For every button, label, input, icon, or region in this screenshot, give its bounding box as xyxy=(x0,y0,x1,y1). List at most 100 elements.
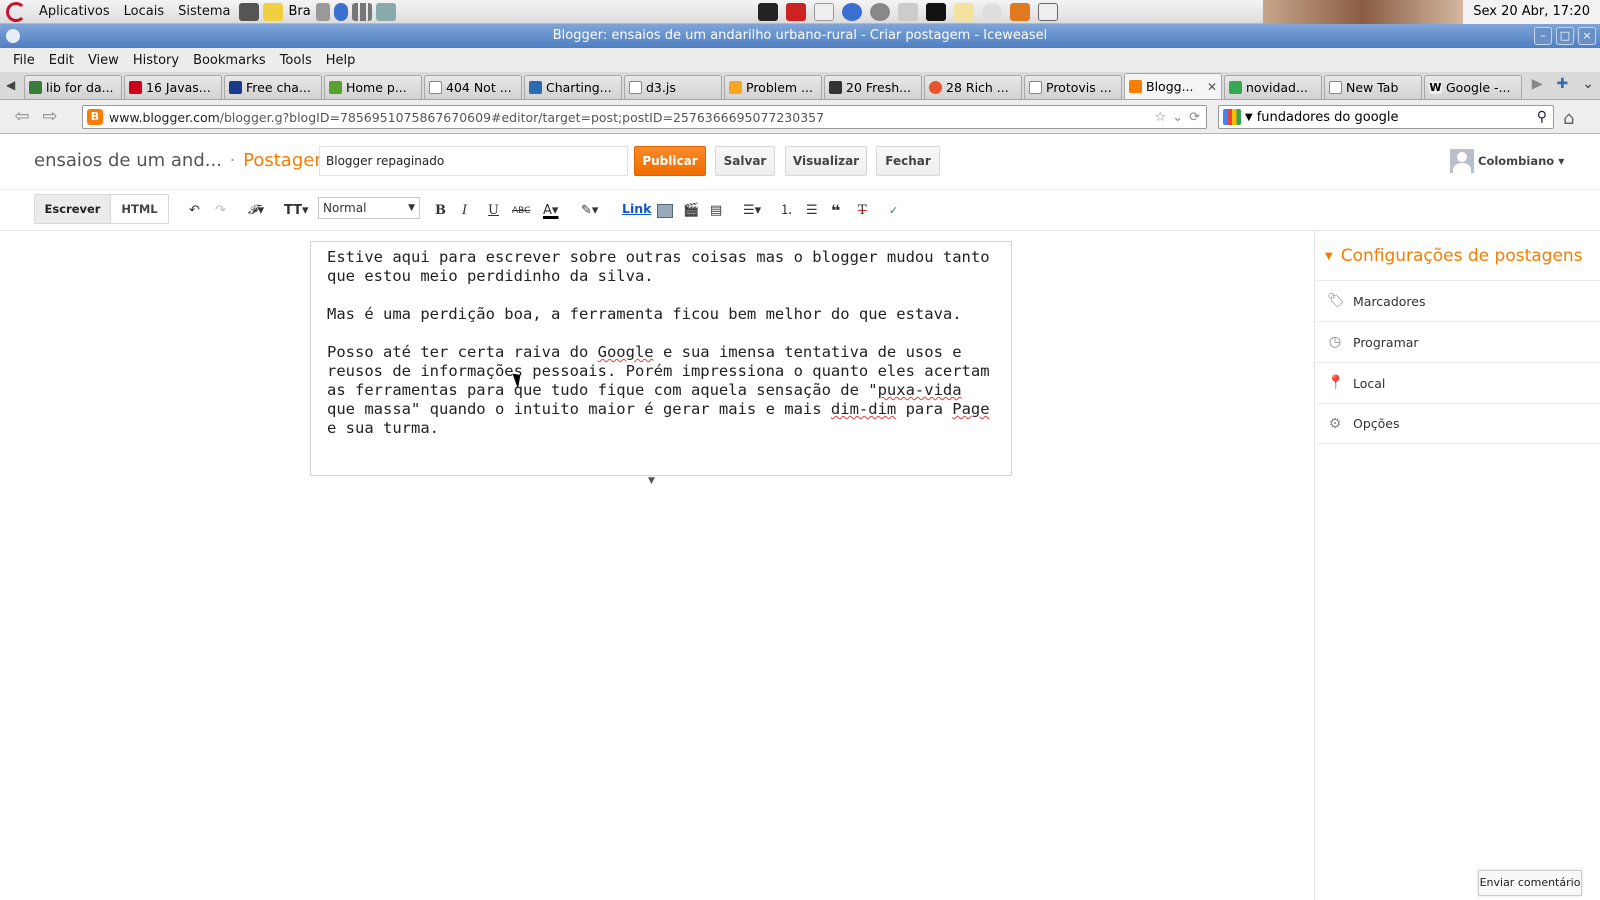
list-all-tabs-icon[interactable]: ⌄ xyxy=(1582,76,1594,92)
tab-scroll-right-icon[interactable]: ▶ xyxy=(1532,76,1543,92)
spellcheck-icon[interactable]: ✓ xyxy=(889,201,898,221)
editor-resize-handle-icon[interactable]: ▼ xyxy=(648,476,655,486)
tex-icon[interactable] xyxy=(1038,3,1058,21)
menu-bookmarks[interactable]: Bookmarks xyxy=(186,53,273,68)
search-icon[interactable]: ⚲ xyxy=(1537,109,1547,125)
menu-view[interactable]: View xyxy=(81,53,126,68)
new-tab-plus-icon[interactable]: ✚ xyxy=(1557,76,1569,92)
post-settings-header[interactable]: ▼ Configurações de postagens xyxy=(1325,246,1583,266)
undo-icon[interactable]: ↶ xyxy=(189,201,200,221)
tab-home-p[interactable]: Home p... xyxy=(324,75,422,99)
menu-tools[interactable]: Tools xyxy=(273,53,319,68)
preview-button[interactable]: Visualizar xyxy=(785,146,867,176)
remove-formatting-icon[interactable]: T xyxy=(858,201,867,221)
send-feedback-button[interactable]: Enviar comentário xyxy=(1478,870,1582,896)
forward-arrow-icon[interactable]: ⇨ xyxy=(36,106,64,127)
settings-schedule[interactable]: ◷ Programar xyxy=(1315,321,1600,362)
tab-novidad[interactable]: novidad... xyxy=(1224,75,1322,99)
link-button[interactable]: Link xyxy=(622,201,651,216)
font-size-icon[interactable]: TT▾ xyxy=(284,201,309,221)
panel-clock[interactable]: Sex 20 Abr, 17:20 xyxy=(1463,0,1600,24)
search-engine-dropdown-icon[interactable]: ▼ xyxy=(1245,112,1253,123)
butterfly-icon[interactable] xyxy=(1010,3,1030,21)
bold-icon[interactable]: B xyxy=(435,201,446,221)
underline-icon[interactable]: U xyxy=(488,201,499,221)
menu-file[interactable]: File xyxy=(6,53,42,68)
notes-launcher-icon[interactable] xyxy=(263,2,284,21)
user-menu[interactable]: Colombiano ▼ xyxy=(1450,149,1564,173)
minimize-icon[interactable]: – xyxy=(1534,27,1552,45)
misspelled-word[interactable]: puxa-vida xyxy=(878,381,962,399)
grid-app-icon[interactable] xyxy=(926,3,946,21)
tab-scroll-left-icon[interactable]: ◀ xyxy=(6,78,15,92)
clock-app-icon[interactable] xyxy=(982,3,1002,21)
window-titlebar[interactable]: Blogger: ensaios de um andarilho urbano-… xyxy=(0,24,1600,48)
network-signal-icon[interactable] xyxy=(351,2,372,21)
tab-404-not[interactable]: 404 Not ... xyxy=(424,75,522,99)
settings-icon[interactable] xyxy=(870,3,890,21)
strikethrough-icon[interactable]: ABC xyxy=(512,201,530,221)
tab-d3js[interactable]: d3.js xyxy=(624,75,722,99)
misspelled-word[interactable]: Page xyxy=(952,400,989,418)
text-editor-icon[interactable] xyxy=(814,3,834,21)
close-window-icon[interactable]: × xyxy=(1578,27,1596,45)
tab-protovis[interactable]: Protovis ... xyxy=(1024,75,1122,99)
tab-charting[interactable]: Charting... xyxy=(524,75,622,99)
debian-logo-icon[interactable] xyxy=(6,1,26,22)
tab-compose[interactable]: Escrever xyxy=(35,195,110,223)
align-icon[interactable]: ☰▾ xyxy=(743,201,761,221)
misspelled-word[interactable]: Google xyxy=(598,343,654,361)
settings-options[interactable]: ⚙ Opções xyxy=(1315,403,1600,444)
bluetooth-icon[interactable] xyxy=(333,2,348,21)
post-body-editor[interactable]: Estive aqui para escrever sobre outras c… xyxy=(310,241,1012,476)
publish-button[interactable]: Publicar xyxy=(634,146,706,176)
insert-image-icon[interactable] xyxy=(657,204,673,218)
panel-menu-system[interactable]: Sistema xyxy=(171,0,237,24)
redo-icon[interactable]: ↷ xyxy=(215,201,226,221)
tab-28-rich[interactable]: 28 Rich ... xyxy=(924,75,1022,99)
bookmark-star-icon[interactable]: ☆ xyxy=(1155,110,1167,125)
avatar[interactable] xyxy=(1450,149,1474,173)
volume-icon[interactable] xyxy=(315,2,330,21)
menu-edit[interactable]: Edit xyxy=(42,53,81,68)
tab-html[interactable]: HTML xyxy=(110,195,168,223)
blog-name[interactable]: ensaios de um and... xyxy=(34,150,222,171)
tab-google[interactable]: W Google -... xyxy=(1424,75,1522,99)
terminal-icon[interactable] xyxy=(758,3,778,21)
window-icon[interactable] xyxy=(6,29,20,43)
bulleted-list-icon[interactable]: ☰ xyxy=(806,201,818,221)
maximize-icon[interactable]: □ xyxy=(1556,27,1574,45)
search-bar[interactable]: ▼ fundadores do google ⚲ xyxy=(1218,105,1554,129)
printer-icon[interactable] xyxy=(375,2,396,21)
save-button[interactable]: Salvar xyxy=(715,146,775,176)
tab-20-fresh[interactable]: 20 Fresh... xyxy=(824,75,922,99)
numbered-list-icon[interactable]: ⒈ xyxy=(780,201,793,221)
settings-labels[interactable]: 🏷 Marcadores xyxy=(1315,280,1600,321)
tab-problem[interactable]: Problem ... xyxy=(724,75,822,99)
tab-lib-for-da[interactable]: lib for da... xyxy=(24,75,122,99)
quote-icon[interactable]: ❝ xyxy=(831,201,840,221)
disk-icon[interactable] xyxy=(898,3,918,21)
url-bar[interactable]: B www.blogger.com/blogger.g?blogID=78569… xyxy=(82,105,1207,129)
menu-help[interactable]: Help xyxy=(319,53,363,68)
highlight-color-icon[interactable]: ✎▾ xyxy=(581,201,598,221)
text-color-icon[interactable]: A▾ xyxy=(543,201,558,221)
search-input[interactable]: fundadores do google xyxy=(1257,110,1399,125)
jump-break-icon[interactable]: ▤ xyxy=(710,201,722,221)
panel-menu-places[interactable]: Locais xyxy=(117,0,171,24)
reload-icon[interactable]: ⟳ xyxy=(1189,110,1200,125)
url-history-dropdown-icon[interactable]: ⌄ xyxy=(1172,110,1183,125)
back-arrow-icon[interactable]: ⇦ xyxy=(8,106,36,127)
terminal-launcher-icon[interactable] xyxy=(239,2,260,21)
misspelled-word[interactable]: dim-dim xyxy=(831,400,896,418)
close-tab-icon[interactable]: ✕ xyxy=(1207,80,1217,94)
settings-location[interactable]: 📍 Local xyxy=(1315,362,1600,403)
post-title-input[interactable]: Blogger repaginado xyxy=(319,146,628,176)
pdf-reader-icon[interactable] xyxy=(786,3,806,21)
font-family-icon[interactable]: 𝓕▾ xyxy=(248,201,264,221)
menu-history[interactable]: History xyxy=(126,53,186,68)
search-engine-google-icon[interactable] xyxy=(1223,109,1241,125)
tab-16-javas[interactable]: 16 Javas... xyxy=(124,75,222,99)
panel-menu-applications[interactable]: Aplicativos xyxy=(32,0,117,24)
close-button[interactable]: Fechar xyxy=(876,146,940,176)
